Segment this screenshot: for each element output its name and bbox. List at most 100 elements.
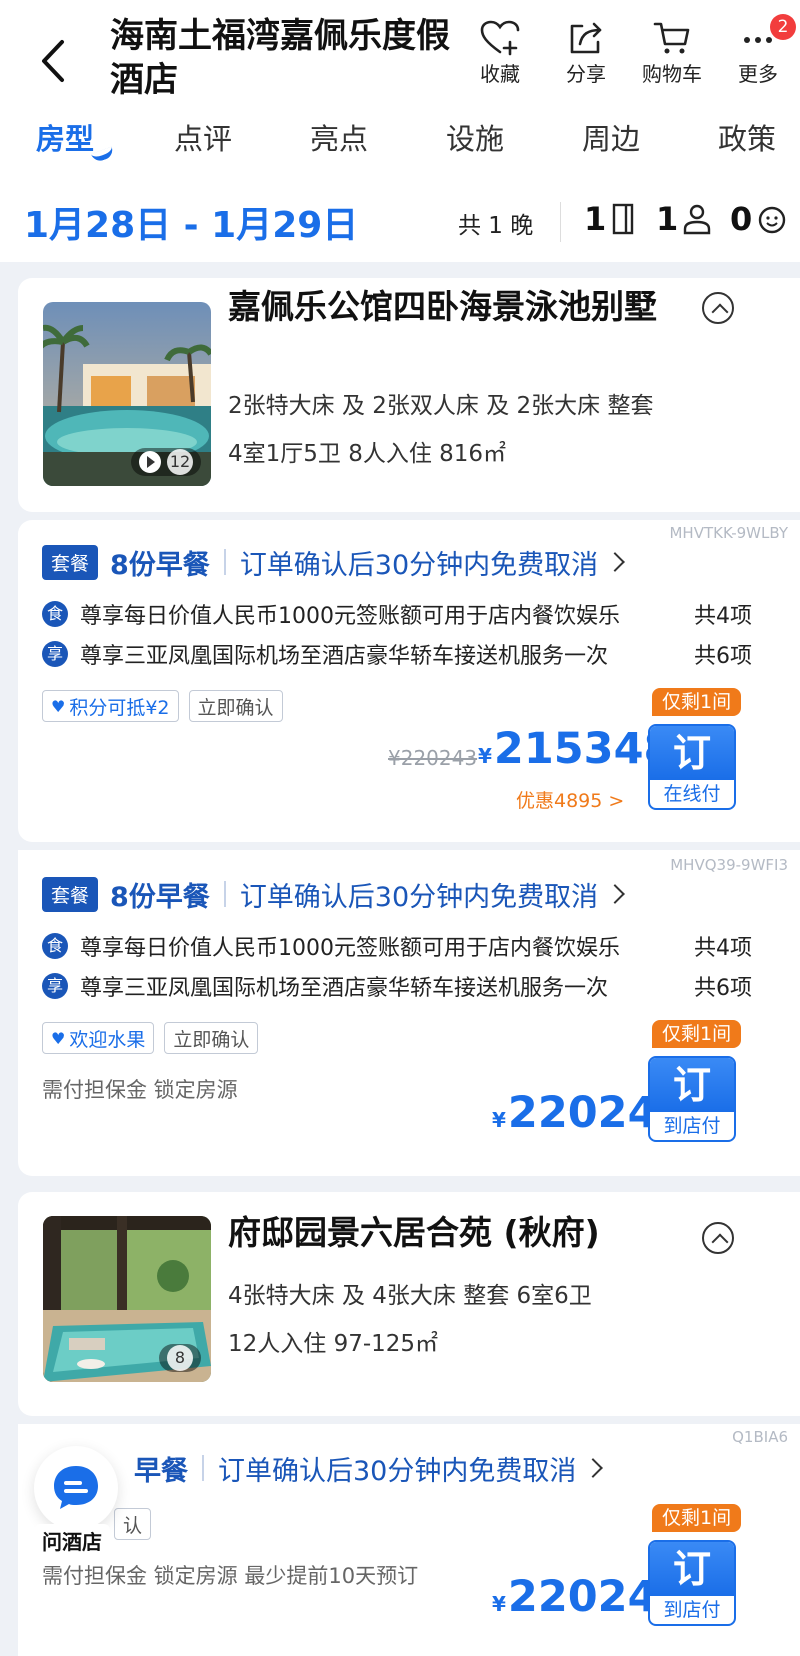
package-tag: 套餐 [42, 876, 99, 912]
currency-symbol: ¥ [492, 1108, 506, 1132]
tab-highlights[interactable]: 亮点 [310, 116, 368, 158]
discount-link[interactable]: 优惠4895 > [516, 786, 624, 813]
benefit-item[interactable]: 食 尊享每日价值人民币1000元签账额可用于店内餐饮娱乐 共4项 [42, 598, 752, 630]
share-label: 分享 [566, 62, 606, 86]
tab-facilities[interactable]: 设施 [446, 116, 504, 158]
door-icon [612, 203, 634, 235]
instant-confirm-tag: 立即确认 [188, 690, 283, 722]
benefit-item[interactable]: 享 尊享三亚凤凰国际机场至酒店豪华轿车接送机服务一次 共6项 [42, 970, 752, 1002]
more-label: 更多 [738, 62, 778, 86]
rate-offer[interactable]: MHVQ39-9WFI3 套餐 8份早餐 订单确认后30分钟内免费取消 食 尊享… [18, 850, 800, 1176]
book-button[interactable]: 订 在线付 [648, 724, 736, 810]
room-card[interactable]: 8 府邸园景六居合苑 (秋府) 4张特大床 及 4张大床 整套 6室6卫 12人… [18, 1192, 800, 1416]
share-icon [570, 22, 602, 54]
package-row[interactable]: 套餐 8份早餐 订单确认后30分钟内免费取消 [42, 876, 626, 913]
child-icon [758, 206, 786, 234]
hotel-title: 海南土福湾嘉佩乐度假酒店 [110, 16, 450, 100]
pay-method: 到店付 [663, 1115, 721, 1137]
room-count[interactable]: 1 [584, 200, 606, 238]
room-beds: 4张特大床 及 4张大床 整套 6室6卫 [228, 1283, 592, 1309]
cancel-policy: 订单确认后30分钟内免费取消 [218, 1455, 577, 1487]
rate-offer[interactable]: Q1BIA6 早餐 订单确认后30分钟内免费取消 认 需付担保金 锁定房源 最少… [18, 1424, 800, 1656]
child-count[interactable]: 0 [730, 200, 752, 238]
book-button[interactable]: 订 到店付 [648, 1056, 736, 1142]
book-button[interactable]: 订 到店付 [648, 1540, 736, 1626]
package-row[interactable]: 早餐 订单确认后30分钟内免费取消 [134, 1450, 604, 1487]
room-name[interactable]: 嘉佩乐公馆四卧海景泳池别墅 [228, 284, 668, 330]
room-photo[interactable]: 12 [43, 302, 211, 486]
back-button[interactable] [36, 36, 76, 86]
collapse-button[interactable] [702, 1222, 734, 1254]
points-tag: ♥ 积分可抵¥2 [42, 690, 179, 722]
chat-bubble-icon [54, 1466, 98, 1509]
tab-policies[interactable]: 政策 [718, 116, 776, 158]
currency-symbol: ¥ [478, 744, 492, 768]
more-button[interactable]: 更多 2 [718, 14, 798, 87]
benefit-item[interactable]: 食 尊享每日价值人民币1000元签账额可用于店内餐饮娱乐 共4项 [42, 930, 752, 962]
book-label: 订 [650, 1542, 734, 1596]
benefit-text: 尊享三亚凤凰国际机场至酒店豪华轿车接送机服务一次 [80, 644, 609, 669]
book-label: 订 [650, 726, 734, 780]
divider [223, 881, 226, 907]
remaining-badge: 仅剩1间 [652, 688, 742, 716]
tab-nearby[interactable]: 周边 [582, 116, 640, 158]
room-name[interactable]: 府邸园景六居合苑 (秋府) [228, 1210, 708, 1256]
cart-label: 购物车 [642, 62, 702, 86]
chevron-right-icon [583, 1458, 604, 1478]
pay-method: 到店付 [663, 1599, 721, 1621]
benefit-text: 尊享每日价值人民币1000元签账额可用于店内餐饮娱乐 [80, 936, 620, 961]
benefit-count: 共6项 [694, 644, 752, 669]
benefit-text: 尊享三亚凤凰国际机场至酒店豪华轿车接送机服务一次 [80, 976, 609, 1001]
favorite-label: 收藏 [480, 62, 520, 86]
breakfast-label: 8份早餐 [110, 549, 210, 581]
tag-label: 积分可抵¥2 [69, 696, 170, 719]
cart-button[interactable]: 购物车 [632, 20, 712, 87]
share-button[interactable]: 分享 [546, 20, 626, 87]
cart-icon [653, 22, 690, 54]
divider [223, 549, 226, 575]
dining-icon: 食 [42, 933, 68, 959]
deposit-note: 需付担保金 锁定房源 最少提前10天预订 [42, 1564, 419, 1588]
heart-icon: ♥ [51, 696, 66, 716]
benefit-item[interactable]: 享 尊享三亚凤凰国际机场至酒店豪华轿车接送机服务一次 共6项 [42, 638, 752, 670]
photo-count-badge: 8 [159, 1344, 201, 1372]
room-layout: 4室1厅5卫 8人入住 816㎡ [228, 441, 507, 467]
adult-icon [683, 204, 711, 235]
collapse-button[interactable] [702, 292, 734, 324]
adult-count[interactable]: 1 [656, 200, 678, 238]
tab-room-types[interactable]: 房型 [36, 116, 94, 158]
original-price: ¥220243 [388, 746, 478, 770]
date-range[interactable]: 1月28日 - 1月29日 [24, 196, 358, 248]
cancel-policy: 订单确认后30分钟内免费取消 [239, 549, 599, 581]
heart-plus-icon [480, 20, 520, 56]
package-row[interactable]: 套餐 8份早餐 订单确认后30分钟内免费取消 [42, 544, 626, 581]
instant-confirm-tag: 立即确认 [164, 1022, 259, 1054]
price-value: 215348 [493, 724, 674, 774]
benefit-count: 共6项 [694, 976, 752, 1001]
deposit-note: 需付担保金 锁定房源 [42, 1078, 238, 1102]
currency-symbol: ¥ [492, 1592, 506, 1616]
ask-hotel-button[interactable] [34, 1446, 118, 1530]
notification-badge: 2 [770, 14, 796, 40]
divider [560, 202, 561, 242]
instant-confirm-tag: 认 [114, 1508, 152, 1540]
rate-offer[interactable]: MHVTKK-9WLBY 套餐 8份早餐 订单确认后30分钟内免费取消 食 尊享… [18, 520, 800, 842]
fruit-tag: ♥ 欢迎水果 [42, 1022, 155, 1054]
pay-method: 在线付 [663, 783, 721, 805]
room-card[interactable]: 12 嘉佩乐公馆四卧海景泳池别墅 2张特大床 及 2张双人床 及 2张大床 整套… [18, 278, 800, 512]
cancel-policy: 订单确认后30分钟内免费取消 [239, 881, 599, 913]
perk-icon: 享 [42, 973, 68, 999]
nights-count: 共 1 晚 [458, 213, 534, 239]
offer-code: Q1BIA6 [732, 1428, 788, 1446]
photo-count: 8 [167, 1345, 193, 1371]
ask-hotel-label[interactable]: 问酒店 [34, 1524, 110, 1557]
remaining-badge: 仅剩1间 [652, 1020, 742, 1048]
remaining-badge: 仅剩1间 [652, 1504, 742, 1532]
play-icon [139, 451, 161, 473]
benefit-text: 尊享每日价值人民币1000元签账额可用于店内餐饮娱乐 [80, 604, 620, 629]
tab-reviews[interactable]: 点评 [174, 116, 232, 158]
favorite-button[interactable]: 收藏 [460, 20, 540, 87]
room-photo[interactable]: 8 [43, 1216, 211, 1382]
active-tab-indicator [90, 146, 116, 164]
dining-icon: 食 [42, 601, 68, 627]
